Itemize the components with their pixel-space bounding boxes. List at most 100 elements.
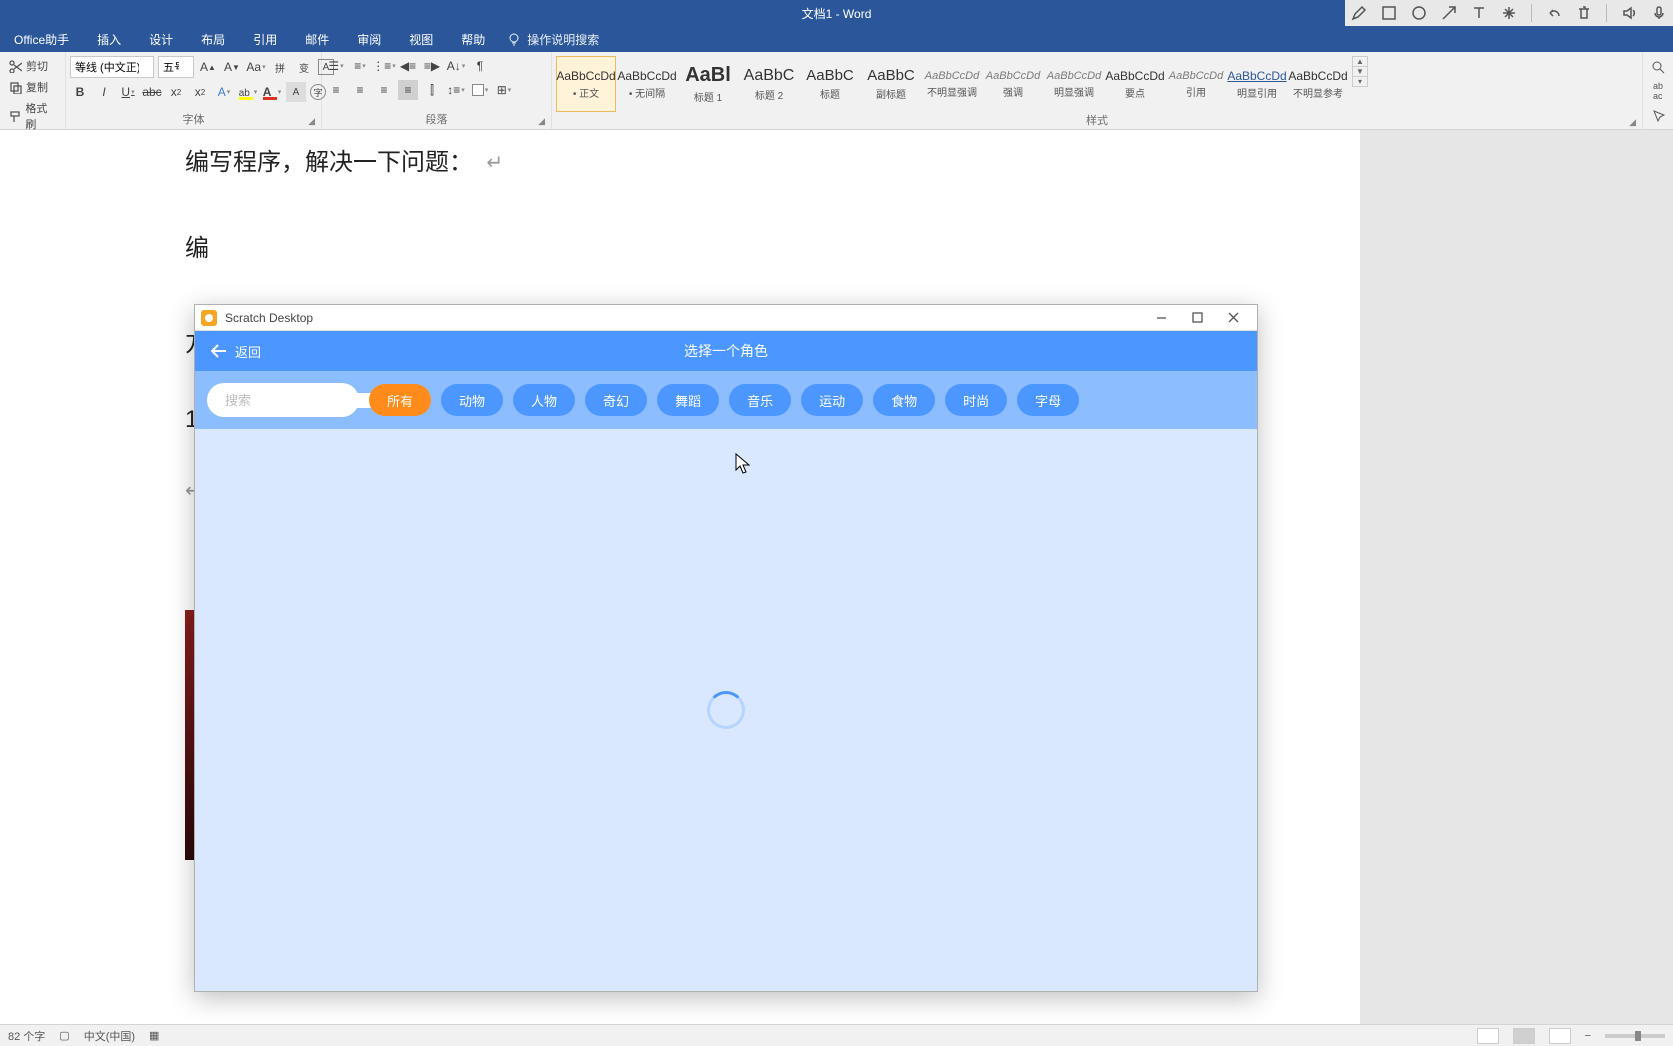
tell-me-search[interactable]: 操作说明搜索 (507, 31, 599, 48)
font-name-select[interactable] (70, 56, 154, 78)
justify-button[interactable]: ≡ (398, 80, 418, 100)
tab-review[interactable]: 审阅 (343, 31, 395, 48)
styles-up-button[interactable]: ▲ (1353, 57, 1367, 67)
tab-references[interactable]: 引用 (239, 31, 291, 48)
char-shading-button[interactable]: A (286, 82, 306, 102)
find-icon[interactable] (1651, 60, 1665, 74)
superscript-button[interactable]: x2 (190, 82, 210, 102)
arrow-icon[interactable] (1441, 5, 1457, 21)
mic-icon[interactable] (1651, 5, 1667, 21)
web-layout-button[interactable] (1549, 1028, 1571, 1044)
category-动物[interactable]: 动物 (441, 384, 503, 416)
cut-button[interactable]: 剪切 (4, 56, 61, 76)
style-强调[interactable]: AaBbCcDd强调 (983, 56, 1043, 112)
style-要点[interactable]: AaBbCcDd要点 (1105, 56, 1165, 112)
increase-indent-button[interactable]: ≡▶ (422, 56, 442, 76)
style-副标题[interactable]: AaBbC副标题 (861, 56, 921, 112)
show-marks-button[interactable]: ¶ (470, 56, 490, 76)
multilevel-button[interactable]: ⋮≡▾ (374, 56, 394, 76)
decrease-indent-button[interactable]: ◀≡ (398, 56, 418, 76)
borders-button[interactable]: ⊞▾ (494, 80, 514, 100)
align-left-button[interactable]: ≡ (326, 80, 346, 100)
style-无间隔[interactable]: AaBbCcDd• 无间隔 (617, 56, 677, 112)
undo-icon[interactable] (1546, 5, 1562, 21)
bold-button[interactable]: B (70, 82, 90, 102)
category-舞蹈[interactable]: 舞蹈 (657, 384, 719, 416)
distribute-button[interactable]: ⫿ (422, 80, 442, 100)
line-spacing-button[interactable]: ↕≡▾ (446, 80, 466, 100)
strikethrough-button[interactable]: abc (142, 82, 162, 102)
style-正文[interactable]: AaBbCcDd• 正文 (556, 56, 616, 112)
style-不明显参考[interactable]: AaBbCcDd不明显参考 (1288, 56, 1348, 112)
font-color-button[interactable]: A▾ (262, 82, 282, 102)
zoom-slider[interactable] (1605, 1034, 1665, 1038)
maximize-button[interactable] (1179, 305, 1215, 330)
format-painter-button[interactable]: 格式刷 (4, 98, 61, 134)
style-明显强调[interactable]: AaBbCcDd明显强调 (1044, 56, 1104, 112)
styles-launcher[interactable]: ◢ (1629, 117, 1636, 128)
category-所有[interactable]: 所有 (369, 384, 431, 416)
close-button[interactable] (1215, 305, 1251, 330)
subscript-button[interactable]: x2 (166, 82, 186, 102)
sort-button[interactable]: A↓▾ (446, 56, 466, 76)
numbering-button[interactable]: ≡▾ (350, 56, 370, 76)
word-count[interactable]: 82 个字 (8, 1028, 45, 1044)
category-奇幻[interactable]: 奇幻 (585, 384, 647, 416)
back-button[interactable]: 返回 (195, 342, 277, 361)
bullets-button[interactable]: ☰▾ (326, 56, 346, 76)
font-size-select[interactable] (158, 56, 194, 78)
search-box[interactable] (207, 383, 359, 417)
style-标题[interactable]: AaBbC标题 (800, 56, 860, 112)
highlight-button[interactable]: ab▾ (238, 82, 258, 102)
italic-button[interactable]: I (94, 82, 114, 102)
paragraph-launcher[interactable]: ◢ (538, 116, 545, 127)
read-mode-button[interactable] (1477, 1028, 1499, 1044)
tab-help[interactable]: 帮助 (447, 31, 499, 48)
macro-icon[interactable]: ▦ (149, 1029, 159, 1042)
category-运动[interactable]: 运动 (801, 384, 863, 416)
circle-icon[interactable] (1411, 5, 1427, 21)
phonetic-guide-button[interactable]: 拼 (270, 57, 290, 77)
grow-font-button[interactable]: A▲ (198, 57, 218, 77)
proofing-icon[interactable]: ▢ (59, 1029, 69, 1042)
shading-button[interactable]: ▾ (470, 80, 490, 100)
text-icon[interactable] (1471, 5, 1487, 21)
trash-icon[interactable] (1576, 5, 1592, 21)
language-status[interactable]: 中文(中国) (84, 1028, 135, 1044)
tab-office-helper[interactable]: Office助手 (0, 31, 83, 48)
style-明显引用[interactable]: AaBbCcDd明显引用 (1227, 56, 1287, 112)
style-标题 1[interactable]: AaBl标题 1 (678, 56, 738, 112)
underline-button[interactable]: U▾ (118, 82, 138, 102)
category-音乐[interactable]: 音乐 (729, 384, 791, 416)
category-时尚[interactable]: 时尚 (945, 384, 1007, 416)
shrink-font-button[interactable]: A▼ (222, 57, 242, 77)
tab-mailings[interactable]: 邮件 (291, 31, 343, 48)
square-icon[interactable] (1381, 5, 1397, 21)
tab-layout[interactable]: 布局 (187, 31, 239, 48)
print-layout-button[interactable] (1513, 1028, 1535, 1044)
font-launcher[interactable]: ◢ (308, 116, 315, 127)
text-effects-button[interactable]: A▾ (214, 82, 234, 102)
clear-formatting-button[interactable]: 变 (294, 57, 314, 77)
replace-button[interactable]: abac (1653, 81, 1663, 101)
sparkle-icon[interactable] (1501, 5, 1517, 21)
volume-icon[interactable] (1621, 5, 1637, 21)
minimize-button[interactable] (1143, 305, 1179, 330)
category-食物[interactable]: 食物 (873, 384, 935, 416)
styles-down-button[interactable]: ▼ (1353, 67, 1367, 77)
zoom-out-button[interactable]: − (1585, 1030, 1591, 1042)
change-case-button[interactable]: Aa▾ (246, 57, 266, 77)
align-right-button[interactable]: ≡ (374, 80, 394, 100)
category-人物[interactable]: 人物 (513, 384, 575, 416)
style-标题 2[interactable]: AaBbC标题 2 (739, 56, 799, 112)
tab-view[interactable]: 视图 (395, 31, 447, 48)
copy-button[interactable]: 复制 (4, 77, 61, 97)
category-字母[interactable]: 字母 (1017, 384, 1079, 416)
align-center-button[interactable]: ≡ (350, 80, 370, 100)
select-icon[interactable] (1651, 108, 1665, 122)
style-引用[interactable]: AaBbCcDd引用 (1166, 56, 1226, 112)
styles-more-button[interactable]: ▾ (1353, 77, 1367, 86)
tab-insert[interactable]: 插入 (83, 31, 135, 48)
pencil-icon[interactable] (1351, 5, 1367, 21)
tab-design[interactable]: 设计 (135, 31, 187, 48)
